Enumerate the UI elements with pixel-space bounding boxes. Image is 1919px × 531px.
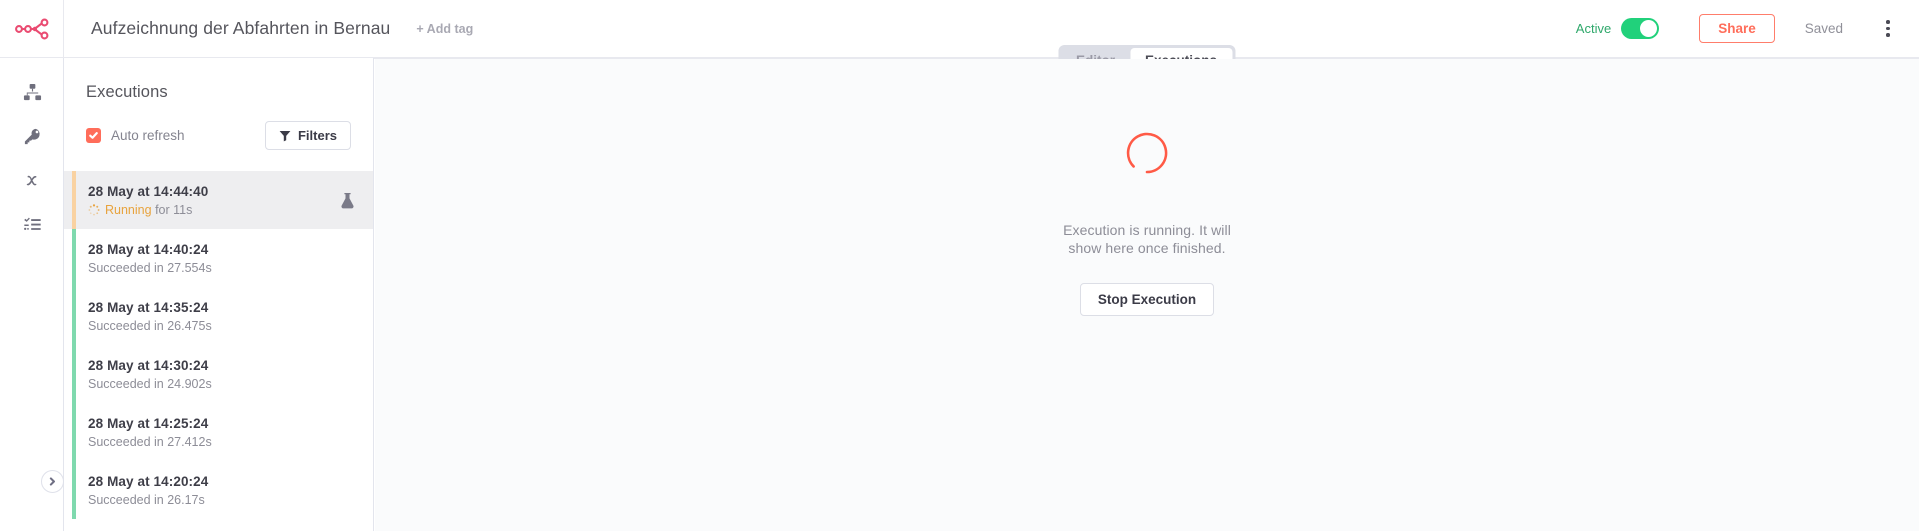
execution-status: Running for 11s <box>88 203 332 217</box>
active-toggle[interactable] <box>1621 18 1660 39</box>
sidebar-item-workflows[interactable] <box>0 70 64 114</box>
list-item[interactable]: 28 May at 14:40:24 Succeeded in 27.554s <box>64 229 373 287</box>
execution-status-text: Running <box>105 202 152 217</box>
auto-refresh-label: Auto refresh <box>111 128 185 143</box>
list-item[interactable]: 28 May at 14:20:24 Succeeded in 26.17s <box>64 461 373 519</box>
execution-time: 28 May at 14:35:24 <box>88 299 209 315</box>
list-item-content: 28 May at 14:40:24 Succeeded in 27.554s <box>88 242 355 275</box>
kebab-dot <box>1886 20 1890 24</box>
executions-sidebar: Executions Auto refresh Filters 28 May a… <box>64 58 374 531</box>
loading-spinner-icon <box>88 203 100 215</box>
running-state-block: Execution is running. It will show here … <box>1063 131 1231 317</box>
execution-time: 28 May at 14:25:24 <box>88 415 209 431</box>
executions-list: 28 May at 14:44:40 Running for 11s 28 Ma… <box>64 171 373 519</box>
execution-time: 28 May at 14:40:24 <box>88 241 209 257</box>
status-bar <box>72 171 76 229</box>
executions-list-icon <box>23 217 41 230</box>
share-button[interactable]: Share <box>1699 13 1775 44</box>
kebab-dot <box>1886 26 1890 31</box>
execution-preview-area: Execution is running. It will show here … <box>375 59 1919 531</box>
page-title: Aufzeichnung der Abfahrten in Bernau <box>91 18 391 38</box>
list-item-content: 28 May at 14:30:24 Succeeded in 24.902s <box>88 358 355 391</box>
filters-button-label: Filters <box>297 128 337 143</box>
list-item-content: 28 May at 14:35:24 Succeeded in 26.475s <box>88 300 355 333</box>
list-item[interactable]: 28 May at 14:35:24 Succeeded in 26.475s <box>64 287 373 345</box>
list-item[interactable]: 28 May at 14:30:24 Succeeded in 24.902s <box>64 345 373 403</box>
chevron-right-icon <box>49 477 55 486</box>
logo-cell[interactable] <box>0 0 64 57</box>
checkmark-icon <box>89 132 98 139</box>
sidebar-item-executions[interactable] <box>0 202 64 246</box>
left-icon-rail <box>0 58 64 531</box>
running-message-line2: show here once finished. <box>1068 239 1226 256</box>
auto-refresh-checkbox[interactable] <box>86 128 101 143</box>
executions-controls: Auto refresh Filters <box>64 102 373 150</box>
execution-status: Succeeded in 27.554s <box>88 260 212 275</box>
running-message-line1: Execution is running. It will <box>1063 222 1231 238</box>
variables-x-icon <box>26 175 36 185</box>
sidebar-collapse-toggle[interactable] <box>41 470 64 493</box>
add-tag-button[interactable]: + Add tag <box>416 22 473 36</box>
execution-status: Succeeded in 26.475s <box>88 318 212 333</box>
active-label: Active <box>1575 21 1612 36</box>
header-actions: Active Share Saved <box>1575 13 1919 44</box>
filters-button[interactable]: Filters <box>264 121 351 150</box>
list-item[interactable]: 28 May at 14:44:40 Running for 11s <box>64 171 373 229</box>
flask-test-icon[interactable] <box>340 192 355 209</box>
status-bar <box>72 345 76 403</box>
workflows-sitemap-icon <box>23 83 41 100</box>
execution-status: Succeeded in 26.17s <box>88 492 205 507</box>
stop-execution-button[interactable]: Stop Execution <box>1079 282 1215 317</box>
filter-funnel-icon <box>279 130 291 141</box>
executions-panel-title: Executions <box>86 83 168 101</box>
app-root: Aufzeichnung der Abfahrten in Bernau + A… <box>0 0 1919 531</box>
kebab-dot <box>1886 33 1890 37</box>
kebab-menu-icon[interactable] <box>1879 19 1897 39</box>
execution-time: 28 May at 14:20:24 <box>88 473 209 489</box>
list-item-content: 28 May at 14:44:40 Running for 11s <box>88 184 332 217</box>
status-bar <box>72 461 76 519</box>
execution-status-suffix: for 11s <box>155 202 193 217</box>
list-item-content: 28 May at 14:25:24 Succeeded in 27.412s <box>88 416 355 449</box>
list-item[interactable]: 28 May at 14:25:24 Succeeded in 27.412s <box>64 403 373 461</box>
saved-status: Saved <box>1804 21 1843 36</box>
toggle-knob <box>1640 20 1658 37</box>
list-item-content: 28 May at 14:20:24 Succeeded in 26.17s <box>88 474 355 507</box>
execution-time: 28 May at 14:44:40 <box>88 183 209 199</box>
key-credentials-icon <box>24 128 40 144</box>
status-bar <box>72 287 76 345</box>
loading-spinner-icon <box>1126 132 1168 174</box>
status-bar <box>72 403 76 461</box>
status-bar <box>72 229 76 287</box>
n8n-logo-icon <box>14 18 48 39</box>
top-header: Aufzeichnung der Abfahrten in Bernau + A… <box>0 0 1919 58</box>
running-message: Execution is running. It will show here … <box>1063 222 1231 258</box>
execution-status: Succeeded in 27.412s <box>88 434 212 449</box>
execution-status: Succeeded in 24.902s <box>88 376 212 391</box>
sidebar-item-variables[interactable] <box>0 158 64 202</box>
execution-time: 28 May at 14:30:24 <box>88 357 209 373</box>
sidebar-item-credentials[interactable] <box>0 114 64 158</box>
